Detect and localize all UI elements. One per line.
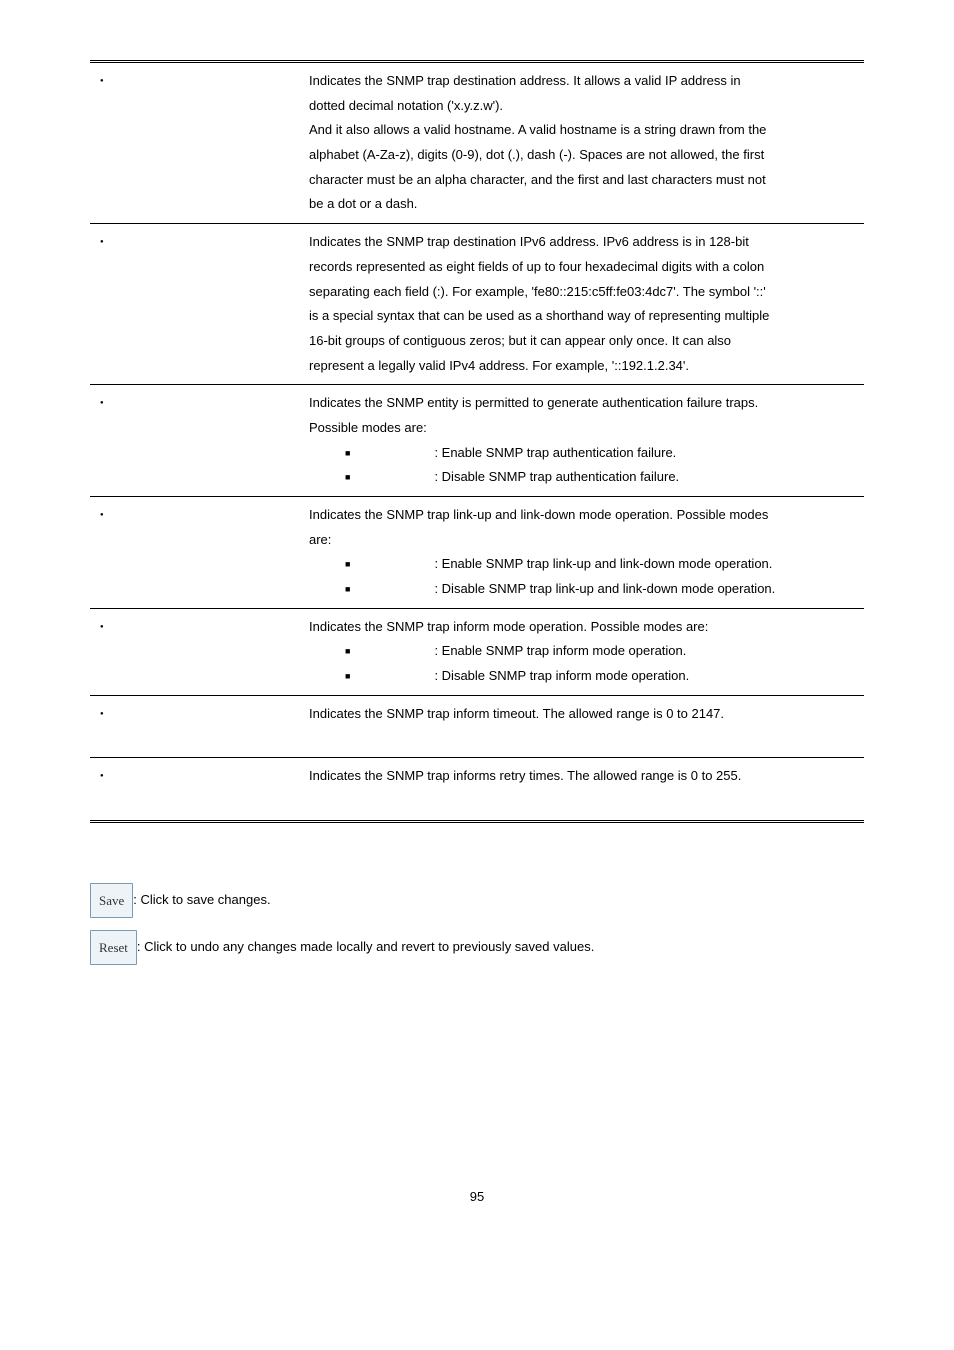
description-line: Indicates the SNMP trap informs retry ti… bbox=[309, 764, 854, 789]
description-line: dotted decimal notation ('x.y.z.w'). bbox=[309, 94, 854, 119]
description-line: Indicates the SNMP trap link-up and link… bbox=[309, 503, 854, 528]
sub-bullet-text: : Enable SNMP trap authentication failur… bbox=[434, 445, 676, 460]
sub-bullet-line: ■ : Enable SNMP trap inform mode operatio… bbox=[309, 639, 854, 664]
table-row: ● Indicates the SNMP trap informs retry t… bbox=[90, 758, 864, 821]
row-description-cell: Indicates the SNMP trap informs retry ti… bbox=[305, 758, 864, 821]
bullet-icon: ● bbox=[100, 510, 104, 521]
sub-bullet-text: : Enable SNMP trap inform mode operation… bbox=[434, 643, 686, 658]
row-description-cell: Indicates the SNMP trap inform timeout. … bbox=[305, 695, 864, 757]
save-button-row: Save: Click to save changes. bbox=[90, 883, 864, 918]
description-line: be a dot or a dash. bbox=[309, 192, 854, 217]
sub-bullet-line: ■ : Disable SNMP trap link-up and link-do… bbox=[309, 577, 854, 602]
description-line: Indicates the SNMP entity is permitted t… bbox=[309, 391, 854, 416]
square-bullet-icon: ■ bbox=[345, 581, 350, 598]
sub-bullet-line: ■ : Disable SNMP trap authentication fail… bbox=[309, 465, 854, 490]
bullet-icon: ● bbox=[100, 76, 104, 87]
bullet-icon: ● bbox=[100, 237, 104, 248]
square-bullet-icon: ■ bbox=[345, 556, 350, 573]
bullet-icon: ● bbox=[100, 771, 104, 782]
row-label-cell: ● bbox=[90, 224, 305, 385]
description-line: records represented as eight fields of u… bbox=[309, 255, 854, 280]
reset-button[interactable]: Reset bbox=[90, 930, 137, 965]
bullet-icon: ● bbox=[100, 709, 104, 720]
table-row: ● Indicates the SNMP trap inform mode ope… bbox=[90, 608, 864, 695]
description-line: is a special syntax that can be used as … bbox=[309, 304, 854, 329]
page-number: 95 bbox=[90, 1185, 864, 1210]
parameter-table: ● Indicates the SNMP trap destination add… bbox=[90, 60, 864, 823]
row-description-cell: Indicates the SNMP trap inform mode oper… bbox=[305, 608, 864, 695]
row-label-cell: ● bbox=[90, 62, 305, 224]
description-line: are: bbox=[309, 528, 854, 553]
description-line: alphabet (A-Za-z), digits (0-9), dot (.)… bbox=[309, 143, 854, 168]
table-row: ● Indicates the SNMP trap link-up and lin… bbox=[90, 497, 864, 609]
row-description-cell: Indicates the SNMP trap destination addr… bbox=[305, 62, 864, 224]
row-label-cell: ● bbox=[90, 497, 305, 609]
row-label-cell: ● bbox=[90, 695, 305, 757]
description-line: Possible modes are: bbox=[309, 416, 854, 441]
save-button-description: : Click to save changes. bbox=[133, 892, 270, 907]
row-label-cell: ● bbox=[90, 608, 305, 695]
description-line: Indicates the SNMP trap destination addr… bbox=[309, 69, 854, 94]
square-bullet-icon: ■ bbox=[345, 643, 350, 660]
description-line: character must be an alpha character, an… bbox=[309, 168, 854, 193]
table-row: ● Indicates the SNMP trap destination IPv… bbox=[90, 224, 864, 385]
row-description-cell: Indicates the SNMP trap destination IPv6… bbox=[305, 224, 864, 385]
bullet-icon: ● bbox=[100, 622, 104, 633]
row-label-cell: ● bbox=[90, 758, 305, 821]
sub-bullet-text: : Enable SNMP trap link-up and link-down… bbox=[434, 556, 772, 571]
bullet-icon: ● bbox=[100, 398, 104, 409]
sub-bullet-line: ■ : Enable SNMP trap link-up and link-dow… bbox=[309, 552, 854, 577]
square-bullet-icon: ■ bbox=[345, 668, 350, 685]
sub-bullet-line: ■ : Disable SNMP trap inform mode operati… bbox=[309, 664, 854, 689]
sub-bullet-text: : Disable SNMP trap authentication failu… bbox=[434, 469, 679, 484]
description-line: Indicates the SNMP trap inform timeout. … bbox=[309, 702, 854, 727]
description-line: And it also allows a valid hostname. A v… bbox=[309, 118, 854, 143]
reset-button-description: : Click to undo any changes made locally… bbox=[137, 939, 594, 954]
sub-bullet-line: ■ : Enable SNMP trap authentication failu… bbox=[309, 441, 854, 466]
table-row: ● Indicates the SNMP entity is permitted … bbox=[90, 385, 864, 497]
sub-bullet-text: : Disable SNMP trap link-up and link-dow… bbox=[434, 581, 775, 596]
row-description-cell: Indicates the SNMP entity is permitted t… bbox=[305, 385, 864, 497]
square-bullet-icon: ■ bbox=[345, 445, 350, 462]
row-label-cell: ● bbox=[90, 385, 305, 497]
square-bullet-icon: ■ bbox=[345, 469, 350, 486]
row-description-cell: Indicates the SNMP trap link-up and link… bbox=[305, 497, 864, 609]
save-button[interactable]: Save bbox=[90, 883, 133, 918]
description-line: separating each field (:). For example, … bbox=[309, 280, 854, 305]
description-line: 16-bit groups of contiguous zeros; but i… bbox=[309, 329, 854, 354]
reset-button-row: Reset: Click to undo any changes made lo… bbox=[90, 930, 864, 965]
table-row: ● Indicates the SNMP trap inform timeout.… bbox=[90, 695, 864, 757]
sub-bullet-text: : Disable SNMP trap inform mode operatio… bbox=[434, 668, 689, 683]
table-row: ● Indicates the SNMP trap destination add… bbox=[90, 62, 864, 224]
description-line: represent a legally valid IPv4 address. … bbox=[309, 354, 854, 379]
description-line: Indicates the SNMP trap destination IPv6… bbox=[309, 230, 854, 255]
description-line: Indicates the SNMP trap inform mode oper… bbox=[309, 615, 854, 640]
